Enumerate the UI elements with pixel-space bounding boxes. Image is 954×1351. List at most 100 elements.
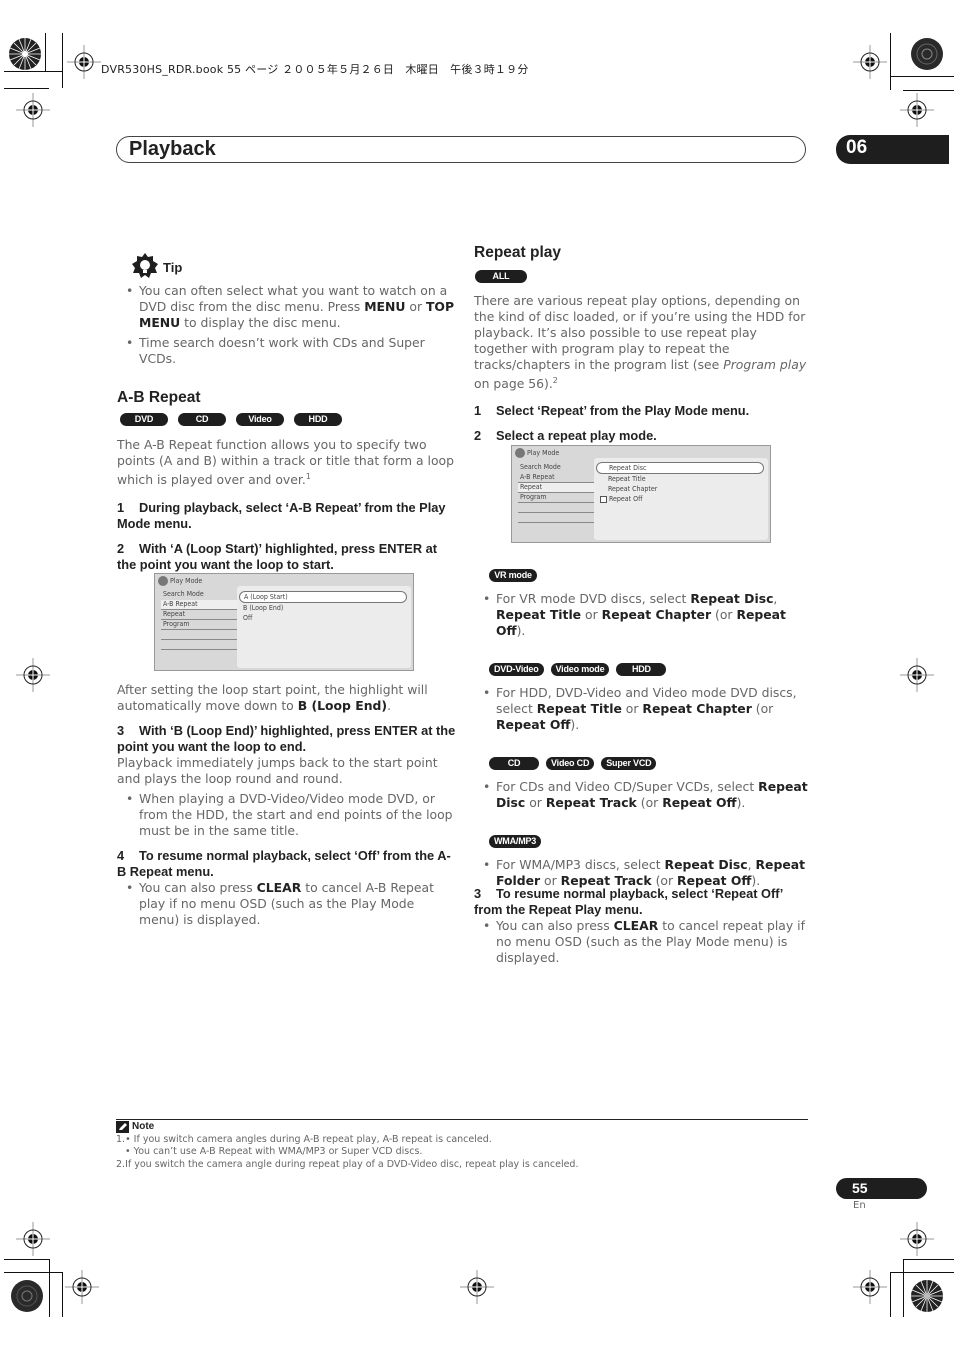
crop-mark: [890, 76, 954, 78]
footnote-ref[interactable]: 2: [553, 376, 558, 385]
osd-option[interactable]: Repeat Off: [596, 494, 764, 504]
osd-option[interactable]: Repeat Title: [596, 474, 764, 484]
section-title: Playback: [129, 138, 216, 160]
text: ,: [773, 591, 778, 606]
footnote-ref[interactable]: 1: [306, 472, 311, 481]
page-number: 55: [852, 1180, 868, 1196]
osd-option[interactable]: A (Loop Start): [239, 591, 407, 603]
text: ,: [747, 857, 756, 872]
osd-option[interactable]: Off: [239, 613, 407, 623]
crop-mark: [890, 1272, 892, 1317]
section-title-bar: Playback: [116, 136, 806, 163]
step-text: With ‘B (Loop End)’ highlighted, press E…: [117, 723, 456, 754]
color-wheel-icon: [911, 38, 943, 70]
osd-menu-item[interactable]: Search Mode: [518, 463, 594, 473]
bold-text: Repeat Chapter: [601, 607, 712, 622]
osd-option[interactable]: Repeat Chapter: [596, 484, 764, 494]
ab-repeat-heading: A-B Repeat: [117, 389, 201, 406]
registration-target-icon: [67, 45, 101, 79]
bold-text: Repeat Disc: [690, 591, 774, 606]
step-number: 3: [474, 886, 482, 901]
tip-bullet: Time search doesn’t work with CDs and Su…: [117, 335, 457, 367]
osd-option[interactable]: Repeat Disc: [596, 462, 764, 474]
osd-menu: Search Mode A-B Repeat Repeat Program: [518, 463, 598, 523]
text: or: [525, 795, 546, 810]
repeat-play-intro: There are various repeat play options, d…: [474, 293, 808, 392]
repeat-mode-group: VR mode For VR mode DVD discs, select Rep…: [474, 569, 808, 639]
step-2: 2 With ‘A (Loop Start)’ highlighted, pres…: [117, 541, 457, 573]
osd-options: A (Loop Start) B (Loop End) Off: [239, 591, 407, 623]
repeat-mode-groups: VR mode For VR mode DVD discs, select Rep…: [474, 569, 808, 889]
pencil-icon: [116, 1121, 129, 1134]
page-language: En: [853, 1200, 866, 1211]
note-header: Note: [116, 1121, 578, 1134]
osd-title-text: Play Mode: [170, 577, 203, 585]
left-column: Tip You can often select what you want t…: [117, 252, 457, 573]
step-number: 2: [117, 541, 125, 557]
osd-menu-item[interactable]: Program: [518, 493, 594, 503]
repeat-osd-screenshot: Play Mode Search Mode A-B Repeat Repeat Pro…: [511, 445, 771, 543]
badge-dvd-video: DVD-Video: [489, 663, 544, 676]
osd-menu-separator: [161, 640, 237, 650]
osd-option-label: Repeat Chapter: [608, 485, 658, 493]
osd-option[interactable]: B (Loop End): [239, 603, 407, 613]
osd-menu-item[interactable]: A-B Repeat: [518, 473, 594, 483]
right-column: Repeat play ALL There are various repeat…: [474, 245, 808, 444]
osd-menu-item[interactable]: Program: [161, 620, 237, 630]
repeat-mode-bullet: For WMA/MP3 discs, select Repeat Disc, R…: [474, 857, 808, 889]
osd-option-label: Repeat Off: [609, 495, 643, 503]
osd-options: Repeat Disc Repeat Title Repeat Chapter Rep…: [596, 462, 764, 504]
tip-bullet: You can often select what you want to wa…: [117, 283, 457, 331]
osd-menu-item[interactable]: A-B Repeat: [161, 600, 241, 610]
badge-all: ALL: [475, 270, 527, 283]
registration-target-icon: [460, 1270, 494, 1304]
step-text: Select ‘Repeat’ from the Play Mode menu.: [496, 403, 750, 419]
registration-target-icon: [853, 45, 887, 79]
badge-row: DVD-Video Video mode HDD: [489, 663, 808, 676]
crop-mark: [4, 88, 49, 90]
registration-target-icon: [900, 93, 934, 127]
color-wheel-icon: [9, 38, 41, 70]
text: to display the disc menu.: [180, 315, 341, 330]
repeat-mode-group: DVD-Video Video mode HDD For HDD, DVD-Video…: [474, 663, 808, 733]
step-number: 4: [117, 848, 125, 863]
repeat-mode-bullet: For CDs and Video CD/Super VCDs, select …: [474, 779, 808, 811]
badge-row: VR mode: [489, 569, 808, 582]
registration-target-icon: [16, 1222, 50, 1256]
link-program-play[interactable]: Program play: [723, 357, 806, 372]
osd-option-label: Repeat Disc: [609, 464, 647, 472]
text: or: [405, 299, 426, 314]
after-text: After setting the loop start point, the …: [117, 682, 457, 714]
text: Time search doesn’t work with CDs and Su…: [139, 335, 425, 366]
badge-hdd: HDD: [294, 413, 342, 426]
note-heading: Note: [132, 1121, 155, 1132]
osd-option-label: Repeat Title: [608, 475, 646, 483]
osd-menu-item[interactable]: Search Mode: [161, 590, 237, 600]
osd-menu-item[interactable]: Repeat: [161, 610, 237, 620]
osd-options-pane: Repeat Disc Repeat Title Repeat Chapter Rep…: [594, 458, 768, 540]
disc-icon: [515, 448, 525, 458]
bold-text: Repeat Title: [496, 607, 582, 622]
registration-target-icon: [900, 658, 934, 692]
text: on page 56).: [474, 376, 553, 392]
intro-text: The A-B Repeat function allows you to sp…: [117, 437, 454, 488]
text: (or: [636, 795, 663, 810]
osd-options-pane: A (Loop Start) B (Loop End) Off: [237, 586, 411, 668]
bold-text: CLEAR: [613, 918, 659, 933]
crop-mark: [4, 1259, 50, 1261]
page-number-tab: 55: [836, 1178, 927, 1199]
ab-repeat-osd-screenshot: Play Mode Search Mode A-B Repeat Repeat Pro…: [154, 573, 414, 671]
text: or: [621, 701, 643, 716]
bold-text: Repeat Disc: [664, 857, 748, 872]
repeat-play-badges: ALL: [475, 270, 808, 283]
note-lines: 1.• If you switch camera angles during A…: [116, 1134, 578, 1172]
crop-mark: [4, 71, 62, 73]
text: For VR mode DVD discs, select: [496, 591, 691, 606]
registration-target-icon: [900, 1222, 934, 1256]
osd-menu-item[interactable]: Repeat: [518, 483, 598, 493]
badge-video-cd: Video CD: [236, 413, 284, 437]
step-text: To resume normal playback, select ‘Off’ …: [117, 848, 451, 879]
text: ).: [570, 717, 580, 732]
note-divider: [116, 1119, 808, 1120]
left-column-lower: After setting the loop start point, the …: [117, 682, 457, 928]
